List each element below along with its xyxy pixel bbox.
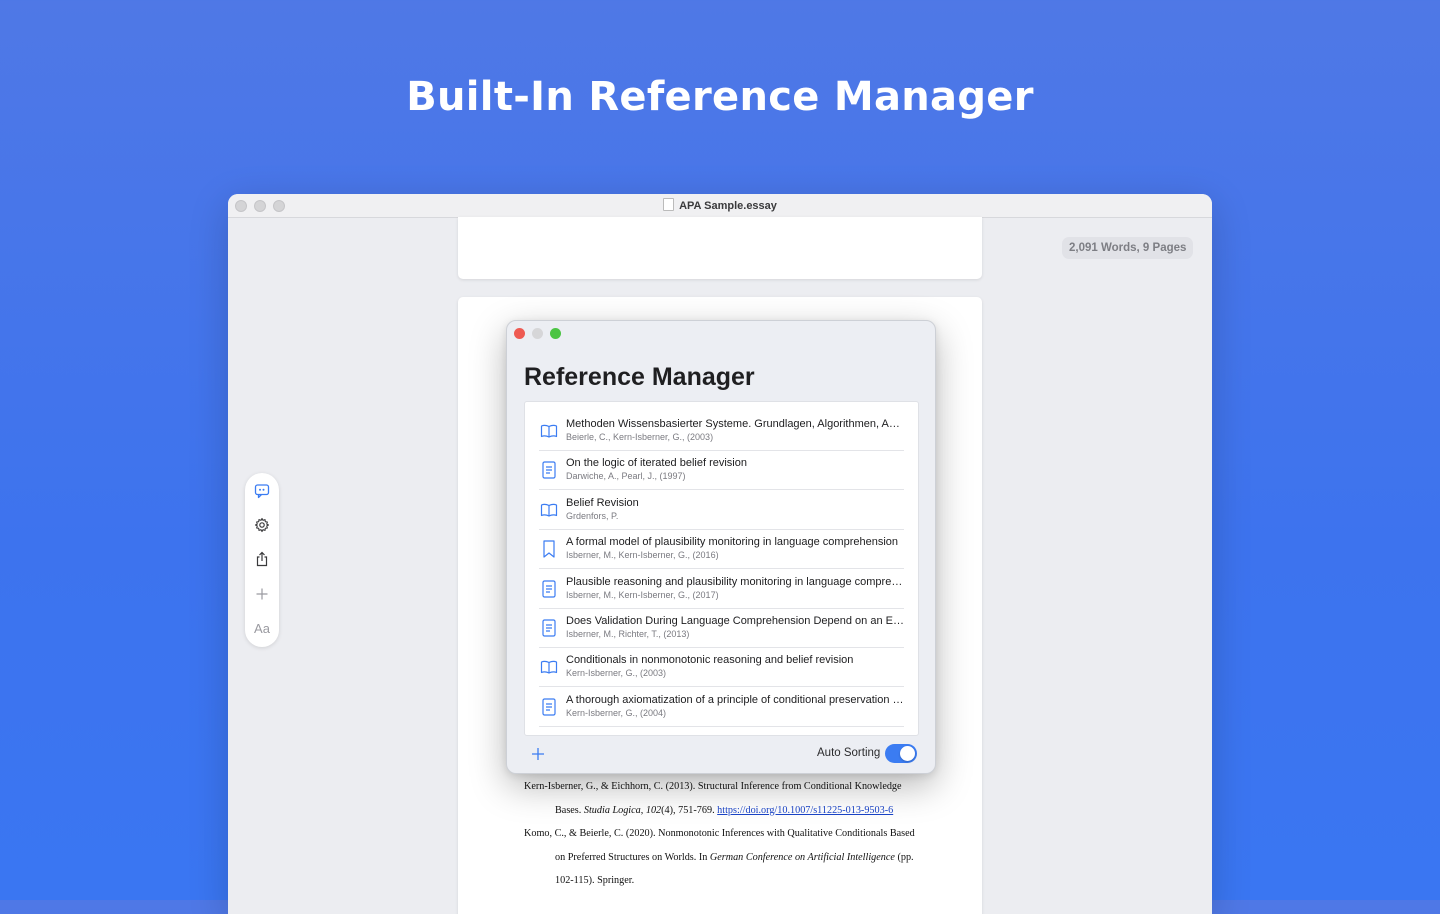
reference-title: Does Validation During Language Comprehe… bbox=[566, 615, 904, 627]
headline: Built-In Reference Manager bbox=[406, 74, 1034, 120]
document-title-text: APA Sample.essay bbox=[679, 200, 777, 212]
reference-text: (4), 751-769. bbox=[661, 804, 718, 816]
reference-entry-line: Bases. Studia Logica, 102(4), 751-769. h… bbox=[524, 804, 934, 828]
reference-text: Bases. bbox=[555, 804, 584, 816]
close-button[interactable] bbox=[514, 328, 525, 339]
zoom-button[interactable] bbox=[550, 328, 561, 339]
reference-entry-line: Kern-Isberner, G., & Eichhorn, C. (2013)… bbox=[524, 780, 934, 804]
reference-list: Methoden Wissensbasierter Systeme. Grund… bbox=[524, 401, 919, 736]
document-icon bbox=[539, 579, 559, 599]
reference-manager-window: Reference Manager Methoden Wissensbasier… bbox=[506, 320, 936, 774]
word-count-badge[interactable]: 2,091 Words, 9 Pages bbox=[1062, 237, 1194, 259]
document-icon bbox=[539, 618, 559, 638]
minimize-button[interactable] bbox=[532, 328, 543, 339]
reference-text: 102-115). Springer. bbox=[555, 875, 635, 886]
citation-button[interactable] bbox=[245, 479, 279, 503]
reference-item[interactable]: A thorough axiomatization of a principle… bbox=[539, 687, 904, 727]
auto-sorting-toggle[interactable] bbox=[885, 744, 917, 763]
font-icon: Aa bbox=[254, 620, 270, 636]
window-titlebar: APA Sample.essay bbox=[228, 194, 1212, 218]
reference-title: A formal model of plausibility monitorin… bbox=[566, 536, 899, 549]
citation-icon bbox=[254, 484, 270, 499]
reference-text: Komo, C., & Beierle, C. (2020). Nonmonot… bbox=[524, 828, 915, 839]
reference-title: On the logic of iterated belief revision bbox=[566, 457, 747, 470]
reference-item[interactable]: A formal model of plausibility monitorin… bbox=[539, 529, 904, 570]
reference-item[interactable]: On the logic of iterated belief revision… bbox=[539, 450, 904, 491]
toggle-knob bbox=[900, 746, 915, 761]
gear-icon bbox=[254, 517, 270, 533]
document-icon bbox=[539, 697, 559, 717]
reference-entry-line: 102-115). Springer. bbox=[524, 874, 934, 898]
side-toolbar: Aa bbox=[245, 473, 279, 647]
references-section: Kern-Isberner, G., & Eichhorn, C. (2013)… bbox=[524, 780, 934, 898]
book-icon bbox=[539, 657, 559, 677]
reference-text: Kern-Isberner, G., & Eichhorn, C. (2013)… bbox=[524, 781, 902, 792]
document-title: APA Sample.essay bbox=[228, 198, 1212, 212]
document-icon bbox=[539, 460, 559, 480]
book-icon bbox=[539, 500, 559, 520]
reference-item[interactable]: Does Validation During Language Comprehe… bbox=[539, 608, 904, 648]
reference-item[interactable]: Belief Revision Grdenfors, P. bbox=[539, 490, 904, 530]
auto-sorting-label: Auto Sorting bbox=[817, 747, 881, 759]
reference-item[interactable]: Methoden Wissensbasierter Systeme. Grund… bbox=[539, 411, 904, 451]
reference-entry-line: Komo, C., & Beierle, C. (2020). Nonmonot… bbox=[524, 827, 934, 851]
reference-text: (pp. bbox=[894, 851, 914, 863]
document-file-icon bbox=[663, 198, 675, 211]
reference-title: A thorough axiomatization of a principle… bbox=[566, 693, 904, 706]
bookmark-icon bbox=[539, 539, 559, 559]
reference-title: Plausible reasoning and plausibility mon… bbox=[566, 575, 904, 588]
reference-authors: Isberner, M., Kern-Isberner, G., (2017) bbox=[566, 589, 719, 600]
reference-authors: Isberner, M., Kern-Isberner, G., (2016) bbox=[566, 550, 719, 561]
font-button[interactable]: Aa bbox=[245, 616, 279, 640]
document-page[interactable] bbox=[458, 217, 982, 279]
reference-authors: Kern-Isberner, G., (2003) bbox=[566, 668, 667, 679]
add-reference-button[interactable] bbox=[529, 745, 547, 763]
reference-authors: Beierle, C., Kern-Isberner, G., (2003) bbox=[566, 432, 714, 442]
conference-name: German Conference on Artificial Intellig… bbox=[709, 851, 895, 863]
doi-link[interactable]: https://doi.org/10.1007/s11225-013-9503-… bbox=[717, 805, 893, 816]
reference-authors: Darwiche, A., Pearl, J., (1997) bbox=[566, 471, 686, 482]
plus-icon bbox=[256, 588, 268, 600]
journal-name: Studia Logica bbox=[583, 804, 641, 816]
volume-number: 102 bbox=[645, 804, 662, 816]
settings-button[interactable] bbox=[245, 513, 279, 537]
plus-icon bbox=[532, 748, 544, 760]
reference-title: Belief Revision bbox=[566, 496, 639, 509]
reference-manager-title: Reference Manager bbox=[524, 363, 755, 391]
reference-entry-line: on Preferred Structures on Worlds. In Ge… bbox=[524, 851, 934, 875]
reference-item[interactable]: Plausible reasoning and plausibility mon… bbox=[539, 569, 904, 609]
share-icon bbox=[256, 551, 268, 567]
reference-authors: Kern-Isberner, G., (2004) bbox=[566, 707, 667, 718]
share-button[interactable] bbox=[245, 547, 279, 571]
reference-authors: Grdenfors, P. bbox=[566, 510, 619, 521]
reference-item[interactable]: Conditionals in nonmonotonic reasoning a… bbox=[539, 647, 904, 688]
add-button[interactable] bbox=[245, 582, 279, 606]
traffic-lights bbox=[514, 328, 561, 339]
reference-authors: Isberner, M., Richter, T., (2013) bbox=[566, 629, 690, 639]
reference-title: Methoden Wissensbasierter Systeme. Grund… bbox=[566, 418, 904, 430]
reference-title: Conditionals in nonmonotonic reasoning a… bbox=[566, 654, 854, 667]
book-icon bbox=[539, 421, 559, 441]
reference-text: on Preferred Structures on Worlds. In bbox=[555, 851, 710, 863]
